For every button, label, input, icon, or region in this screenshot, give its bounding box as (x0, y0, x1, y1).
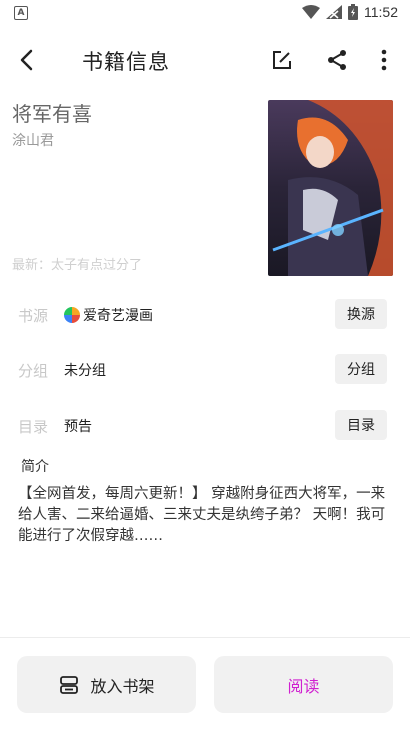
battery-icon (348, 4, 358, 20)
book-title: 将军有喜 (12, 102, 92, 126)
edit-icon (273, 51, 291, 69)
back-button[interactable] (12, 46, 40, 74)
signal-icon (326, 5, 342, 19)
intro-text: 【全网首发，每周六更新！】 穿越附身征西大将军，一来给人害、二来给逼婚、三来丈夫… (18, 486, 386, 544)
group-row: 分组 未分组 分组 (0, 352, 410, 388)
toc-button[interactable]: 目录 (335, 410, 387, 440)
bookshelf-icon (60, 675, 79, 694)
latest-chapter: 最新：太子有点过分了 (12, 258, 143, 273)
status-icons: 11:52 (302, 4, 398, 20)
divider (0, 637, 410, 638)
read-button[interactable]: 阅读 (214, 656, 393, 713)
source-name: 爱奇艺漫画 (83, 308, 153, 324)
toc-row: 目录 预告 目录 (0, 408, 410, 444)
page-title: 书籍信息 (82, 50, 170, 74)
clock: 11:52 (364, 4, 398, 20)
toc-label: 目录 (18, 418, 49, 436)
share-icon (328, 50, 346, 70)
group-button[interactable]: 分组 (335, 354, 387, 384)
source-row: 书源 爱奇艺漫画 换源 (0, 297, 410, 333)
toolbar: 书籍信息 (0, 36, 410, 84)
source-value: 爱奇艺漫画 (64, 305, 153, 325)
book-cover[interactable] (268, 100, 393, 276)
wifi-icon (302, 5, 320, 19)
more-vert-icon (381, 49, 387, 71)
group-value: 未分组 (64, 363, 106, 379)
read-label: 阅读 (287, 676, 320, 696)
group-label: 分组 (18, 362, 49, 380)
edit-button[interactable] (268, 46, 296, 74)
book-author: 涂山君 (12, 133, 54, 149)
share-button[interactable] (323, 46, 351, 74)
notification-icon: A (14, 6, 28, 20)
add-to-shelf-button[interactable]: 放入书架 (17, 656, 196, 713)
source-label: 书源 (18, 307, 49, 325)
toc-value: 预告 (64, 419, 92, 435)
change-source-button[interactable]: 换源 (335, 299, 387, 329)
status-bar: A 11:52 (0, 0, 410, 28)
intro-label: 简介 (21, 459, 49, 475)
back-arrow-icon (20, 49, 33, 71)
palette-icon (64, 307, 80, 323)
more-button[interactable] (370, 46, 398, 74)
add-to-shelf-label: 放入书架 (90, 676, 155, 696)
